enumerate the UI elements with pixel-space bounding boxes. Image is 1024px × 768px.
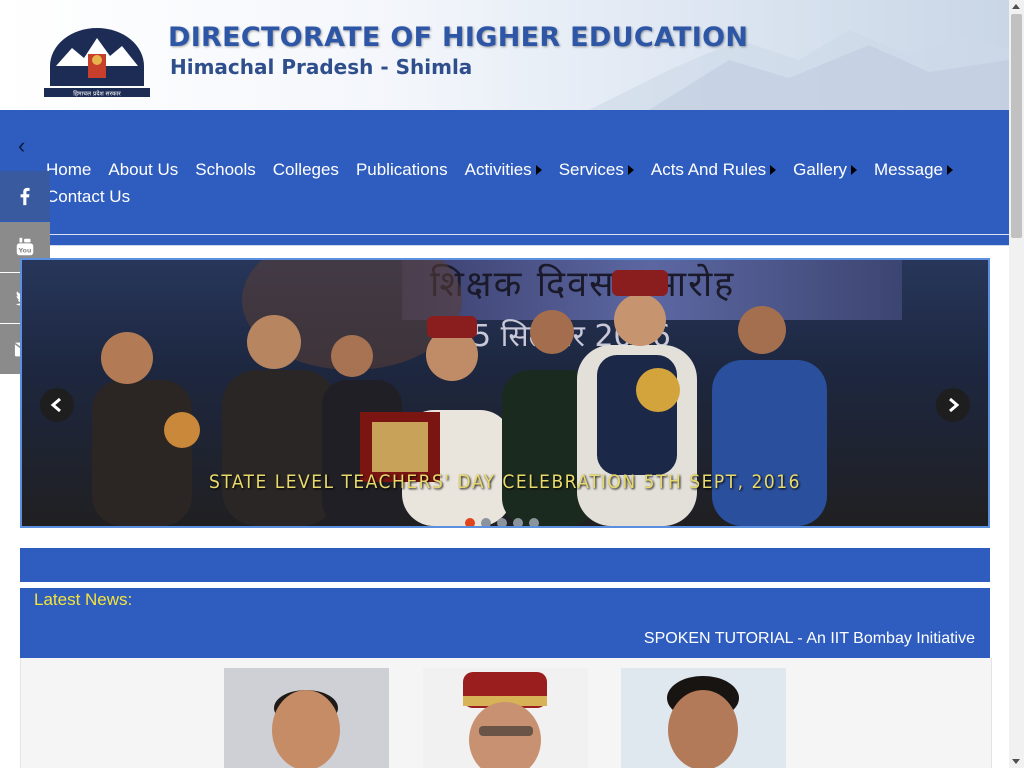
scroll-down-arrow-icon[interactable] <box>1012 759 1020 764</box>
nav-item-contact-us[interactable]: Contact Us <box>46 187 130 206</box>
nav-item-gallery[interactable]: Gallery <box>793 160 858 179</box>
news-label: Latest News: <box>34 590 133 609</box>
chevron-right-icon <box>949 397 960 413</box>
dignitary-photo[interactable] <box>224 668 389 768</box>
latest-news-box: Latest News: SPOKEN TUTORIAL - An IIT Bo… <box>20 588 990 658</box>
person-portrait-image <box>463 672 547 768</box>
dignitaries-section <box>20 658 992 768</box>
submenu-arrow-icon <box>947 164 953 175</box>
site-header: हिमाचल प्रदेश सरकार DIRECTORATE OF HIGHE… <box>0 0 1009 110</box>
carousel-dot[interactable] <box>481 518 491 526</box>
nav-item-message[interactable]: Message <box>874 160 953 179</box>
mountain-background <box>589 30 1009 110</box>
submenu-arrow-icon <box>770 164 777 175</box>
nav-divider <box>46 234 1009 235</box>
collapse-menu-chevron-left-icon[interactable]: ‹ <box>18 135 25 157</box>
dignitary-photo[interactable] <box>423 668 588 768</box>
site-subtitle: Himachal Pradesh - Shimla <box>170 55 473 79</box>
carousel-prev-button[interactable] <box>40 388 74 422</box>
carousel-dot[interactable] <box>529 518 539 526</box>
nav-item-acts-and-rules[interactable]: Acts And Rules <box>651 160 777 179</box>
nav-item-services[interactable]: Services <box>559 160 634 179</box>
slide-caption: STATE LEVEL TEACHERS' DAY CELEBRATION 5T… <box>209 471 801 493</box>
main-navbar: ‹ Home About Us Schools Colleges Publica… <box>0 110 1009 246</box>
nav-item-schools[interactable]: Schools <box>195 160 255 179</box>
page-scrollbar[interactable] <box>1009 0 1024 768</box>
person-portrait-image <box>272 690 340 768</box>
nav-item-home[interactable]: Home <box>46 160 91 179</box>
submenu-arrow-icon <box>535 164 542 175</box>
scrollbar-thumb[interactable] <box>1011 14 1022 238</box>
carousel-next-button[interactable] <box>936 388 970 422</box>
site-title: DIRECTORATE OF HIGHER EDUCATION <box>168 22 749 53</box>
image-carousel: शिक्षक दिवस समारोह 5 सितम्बर 2016 STATE … <box>20 258 990 528</box>
scroll-up-arrow-icon[interactable] <box>1012 4 1020 9</box>
facebook-icon <box>20 187 30 206</box>
facebook-button[interactable] <box>0 171 50 221</box>
submenu-arrow-icon <box>627 164 634 175</box>
state-emblem-logo[interactable]: हिमाचल प्रदेश सरकार <box>42 26 152 98</box>
nav-item-about-us[interactable]: About Us <box>108 160 178 179</box>
nav-item-colleges[interactable]: Colleges <box>273 160 339 179</box>
carousel-dot[interactable] <box>465 518 475 526</box>
svg-text:You: You <box>17 247 31 255</box>
nav-item-publications[interactable]: Publications <box>356 160 448 179</box>
dignitary-photo[interactable] <box>621 668 786 768</box>
carousel-dot[interactable] <box>497 518 507 526</box>
chevron-left-icon <box>50 397 61 413</box>
submenu-arrow-icon <box>851 164 858 175</box>
carousel-indicators <box>465 518 539 526</box>
svg-text:हिमाचल प्रदेश सरकार: हिमाचल प्रदेश सरकार <box>73 90 121 98</box>
youtube-icon: You <box>16 237 34 256</box>
nav-item-activities[interactable]: Activities <box>465 160 542 179</box>
nav-menu: Home About Us Schools Colleges Publicati… <box>46 160 996 206</box>
person-portrait-image <box>667 676 739 768</box>
carousel-dot[interactable] <box>513 518 523 526</box>
section-divider-bar <box>20 548 990 582</box>
news-ticker-link[interactable]: SPOKEN TUTORIAL - An IIT Bombay Initiati… <box>644 630 975 648</box>
